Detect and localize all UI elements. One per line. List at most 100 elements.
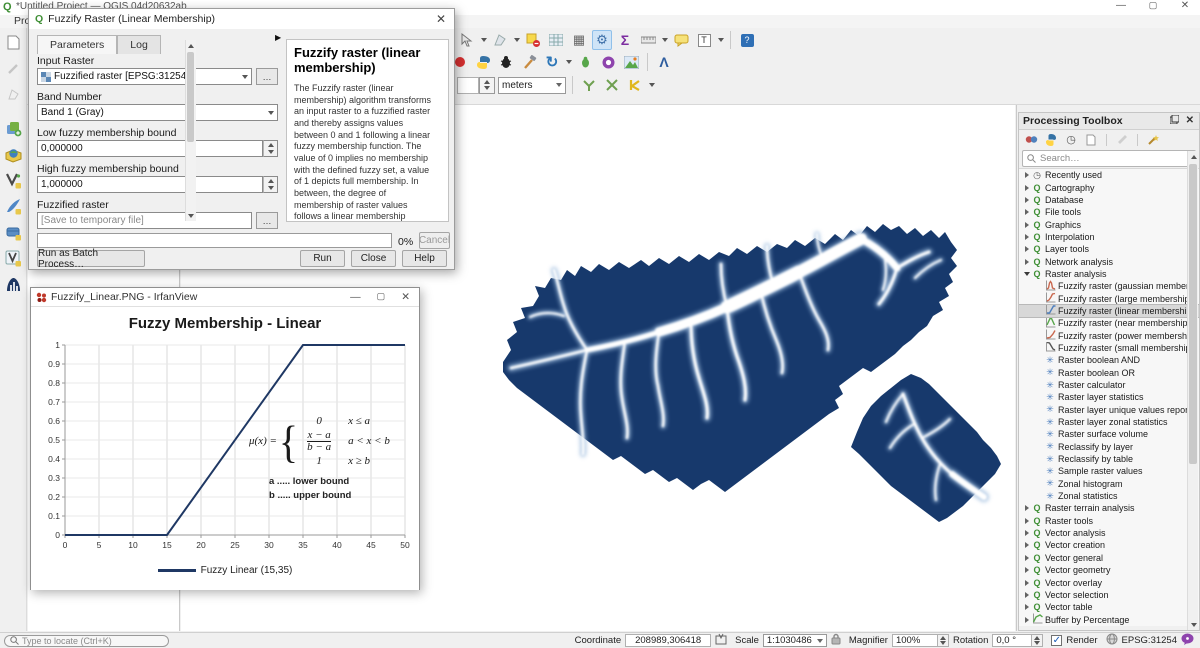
- toolbox-tree-item[interactable]: ✳Sample raster values: [1019, 465, 1199, 477]
- render-checkbox[interactable]: ✓: [1051, 635, 1062, 646]
- cad-value-spinner[interactable]: [479, 77, 495, 94]
- add-raster-layer-icon[interactable]: [3, 144, 23, 164]
- toolbox-tree-item[interactable]: ✳Raster surface volume: [1019, 428, 1199, 440]
- python-console-button[interactable]: [473, 52, 493, 72]
- low-bound-spinner[interactable]: [263, 140, 278, 157]
- toolbox-search[interactable]: [1022, 150, 1196, 167]
- toolbox-tree-item[interactable]: QRaster tools: [1019, 515, 1199, 527]
- tab-log[interactable]: Log: [117, 35, 161, 54]
- low-bound-input[interactable]: 0,000000: [37, 140, 263, 157]
- iv-maximize-button[interactable]: ▢: [377, 291, 386, 303]
- magnifier-input[interactable]: 100%: [892, 634, 938, 647]
- measure-button[interactable]: [638, 30, 658, 50]
- toolbox-tree-item[interactable]: QVector geometry: [1019, 564, 1199, 576]
- refresh-plugins-button[interactable]: ↻: [542, 52, 562, 72]
- toolbox-python-icon[interactable]: [1043, 132, 1059, 148]
- locator-input[interactable]: [22, 636, 152, 646]
- crs-globe-icon[interactable]: [1106, 633, 1118, 648]
- output-raster-text[interactable]: [38, 215, 251, 226]
- help-panel-collapse-arrow[interactable]: ▶: [275, 33, 281, 42]
- processing-toolbox-button[interactable]: ⚙: [592, 30, 612, 50]
- toolbox-tree-item[interactable]: QVector creation: [1019, 539, 1199, 551]
- deselect-features-button[interactable]: [523, 30, 543, 50]
- toolbox-tree-item[interactable]: QVector overlay: [1019, 576, 1199, 588]
- close-button[interactable]: ✕: [1178, 0, 1192, 11]
- toolbox-tree-item[interactable]: QRaster terrain analysis: [1019, 502, 1199, 514]
- toolbox-filter-icon[interactable]: [1114, 132, 1130, 148]
- attribute-table-button[interactable]: [546, 30, 566, 50]
- toolbox-tree-item[interactable]: Fuzzify raster (small membership): [1019, 342, 1199, 354]
- measure-dropdown-icon[interactable]: [662, 38, 668, 42]
- add-delimited-text-icon[interactable]: [3, 196, 23, 216]
- toolbox-tree-item[interactable]: ✳Raster layer unique values report: [1019, 404, 1199, 416]
- high-bound-input[interactable]: 1,000000: [37, 176, 263, 193]
- rotation-spinner[interactable]: [1032, 634, 1043, 647]
- collapsed-arrow-icon[interactable]: [1022, 592, 1031, 598]
- toolbox-tree-item[interactable]: QVector table: [1019, 601, 1199, 613]
- datasource-manager-icon[interactable]: [3, 118, 23, 138]
- help-scroll-down-icon[interactable]: [186, 210, 196, 221]
- refresh-dropdown-icon[interactable]: [566, 60, 572, 64]
- map-tips-button[interactable]: [671, 30, 691, 50]
- messages-icon[interactable]: [1181, 633, 1194, 648]
- toolbox-tree-item[interactable]: QVector general: [1019, 552, 1199, 564]
- cad-value-input[interactable]: [457, 77, 479, 94]
- collapsed-arrow-icon[interactable]: [1022, 185, 1031, 191]
- close-dialog-button[interactable]: Close: [351, 250, 396, 267]
- band-combo[interactable]: Band 1 (Gray): [37, 104, 278, 121]
- rotation-input[interactable]: 0,0 °: [992, 634, 1032, 647]
- collapsed-arrow-icon[interactable]: [1022, 530, 1031, 536]
- collapsed-arrow-icon[interactable]: [1022, 555, 1031, 561]
- collapsed-arrow-icon[interactable]: [1022, 505, 1031, 511]
- collapsed-arrow-icon[interactable]: [1022, 172, 1031, 178]
- help-dialog-button[interactable]: Help: [402, 250, 447, 267]
- toolbox-tree-item[interactable]: Fuzzify raster (linear membership): [1019, 305, 1199, 317]
- collapsed-arrow-icon[interactable]: [1022, 604, 1031, 610]
- toolbox-scrollbar[interactable]: [1187, 151, 1198, 630]
- select-features-button[interactable]: [457, 30, 477, 50]
- add-virtual-layer-icon[interactable]: [3, 248, 23, 268]
- output-browse-button[interactable]: …: [256, 212, 278, 229]
- add-database-layer-icon[interactable]: [3, 222, 23, 242]
- output-raster-input[interactable]: [37, 212, 252, 229]
- collapsed-arrow-icon[interactable]: [1022, 197, 1031, 203]
- toolbox-tree-item[interactable]: QCartography: [1019, 181, 1199, 193]
- scroll-up-icon[interactable]: [1188, 151, 1199, 162]
- collapsed-arrow-icon[interactable]: [1022, 567, 1031, 573]
- toolbox-history-icon[interactable]: ◷: [1063, 132, 1079, 148]
- toolbox-tree-item[interactable]: Buffer by Percentage: [1019, 613, 1199, 625]
- collapsed-arrow-icon[interactable]: [1022, 209, 1031, 215]
- toolbox-tree-item[interactable]: QFile tools: [1019, 206, 1199, 218]
- toolbox-tree-item[interactable]: ✳Raster boolean OR: [1019, 367, 1199, 379]
- help-button[interactable]: ?: [737, 30, 757, 50]
- georeferencer-button[interactable]: [621, 52, 641, 72]
- debug-button[interactable]: [496, 52, 516, 72]
- toolbox-tree-item[interactable]: Fuzzify raster (near membership): [1019, 317, 1199, 329]
- statistics-panel-icon[interactable]: [3, 274, 23, 294]
- coordinate-extent-icon[interactable]: [715, 633, 727, 648]
- toolbox-search-input[interactable]: [1040, 153, 1170, 164]
- collapsed-arrow-icon[interactable]: [1022, 542, 1031, 548]
- statistics-button[interactable]: Σ: [615, 30, 635, 50]
- crs-value[interactable]: EPSG:31254: [1122, 635, 1177, 646]
- toolbox-tree-item[interactable]: QInterpolation: [1019, 231, 1199, 243]
- field-calculator-button[interactable]: ▦: [569, 30, 589, 50]
- units-combo[interactable]: meters: [498, 77, 566, 94]
- toolbox-tree-item[interactable]: Fuzzify raster (gaussian membership): [1019, 280, 1199, 292]
- toolbox-tree-item[interactable]: ✳Raster boolean AND: [1019, 354, 1199, 366]
- collapsed-arrow-icon[interactable]: [1022, 246, 1031, 252]
- collapsed-arrow-icon[interactable]: [1022, 234, 1031, 240]
- toolbox-tree-item[interactable]: QVector selection: [1019, 589, 1199, 601]
- run-button[interactable]: Run: [300, 250, 345, 267]
- toolbox-tree-item[interactable]: ✳Zonal statistics: [1019, 490, 1199, 502]
- build-tools-button[interactable]: [519, 52, 539, 72]
- vertex-tool-y-button[interactable]: [579, 75, 599, 95]
- irfanview-titlebar[interactable]: Fuzzify_Linear.PNG - IrfanView — ▢ ✕: [31, 288, 419, 307]
- scroll-thumb[interactable]: [1189, 164, 1197, 464]
- iv-close-button[interactable]: ✕: [401, 291, 410, 303]
- dialog-close-icon[interactable]: ✕: [436, 12, 446, 26]
- toolbox-tree-item[interactable]: Fuzzify raster (power membership): [1019, 329, 1199, 341]
- toolbox-float-icon[interactable]: [1170, 115, 1179, 127]
- plugin-manager-button[interactable]: [598, 52, 618, 72]
- toolbox-tree-item[interactable]: QRaster analysis: [1019, 268, 1199, 280]
